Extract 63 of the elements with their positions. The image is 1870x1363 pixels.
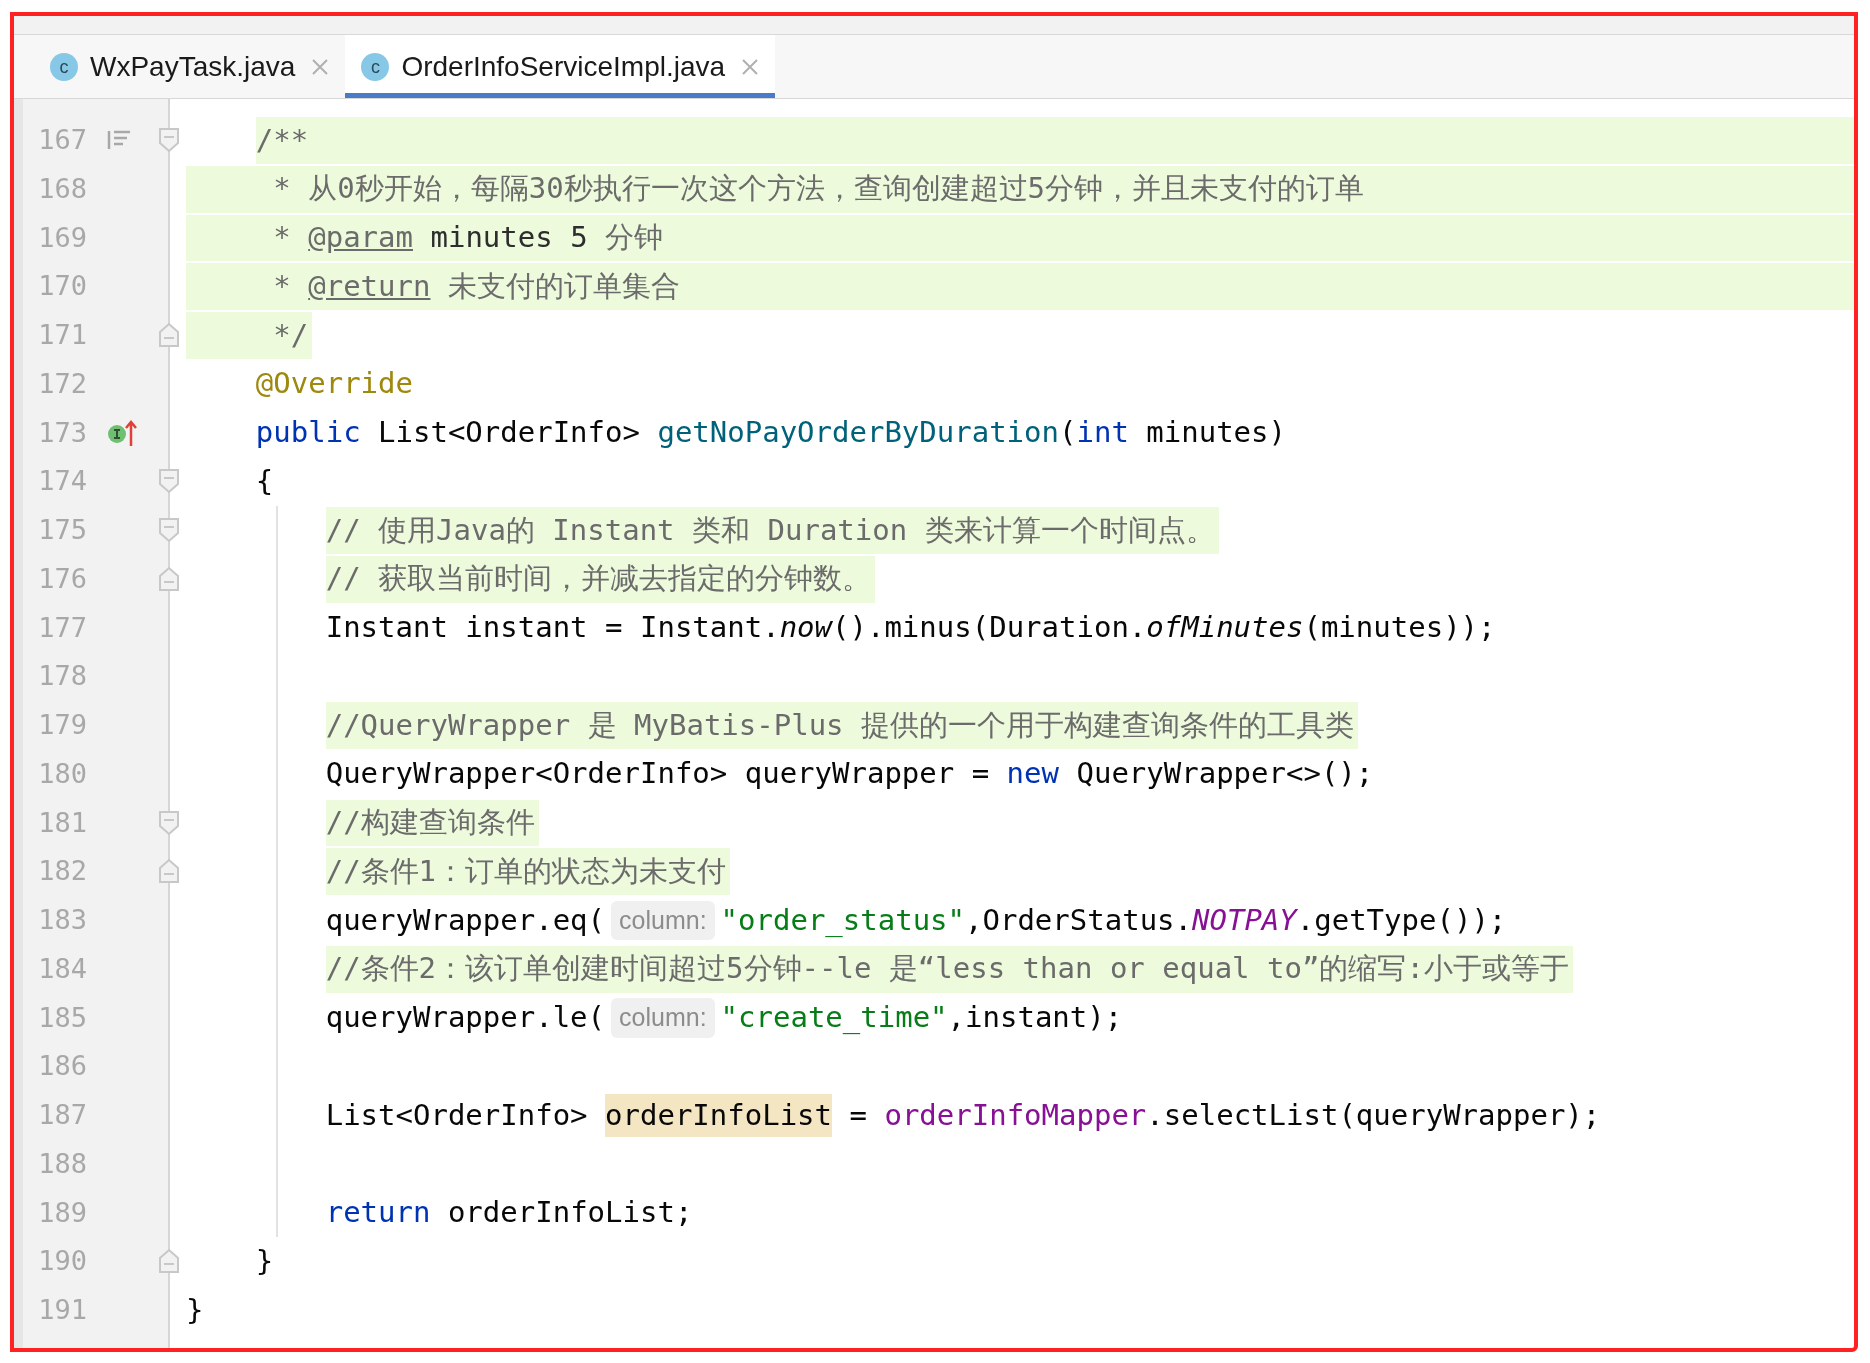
code-line: } — [186, 1291, 204, 1329]
line-number: 190 — [37, 1244, 87, 1279]
code-text: "create_time",instant); — [720, 999, 1123, 1037]
list-lines-icon[interactable] — [107, 130, 131, 151]
tab-label: WxPayTask.java — [90, 49, 296, 84]
fold-icon[interactable] — [158, 517, 180, 543]
code-line: * @return 未支付的订单集合 — [273, 267, 680, 305]
line-number: 184 — [37, 951, 87, 986]
code-line: return orderInfoList; — [325, 1194, 693, 1232]
code-line: @Override — [255, 365, 413, 403]
code-text: "order_status",OrderStatus.NOTPAY.getType()); — [720, 901, 1507, 939]
line-number: 189 — [37, 1195, 87, 1230]
code-line: * @param minutes 5 分钟 — [273, 219, 664, 257]
line-number: 182 — [37, 854, 87, 889]
fold-icon[interactable] — [158, 858, 180, 885]
code-line: { — [255, 462, 274, 500]
line-number: 186 — [37, 1049, 87, 1084]
code-line: } — [255, 1242, 274, 1280]
line-number: 170 — [37, 269, 87, 304]
line-number: 178 — [37, 659, 87, 694]
class-icon: c — [50, 52, 78, 81]
line-number: 183 — [37, 903, 87, 938]
line-number: 191 — [37, 1293, 87, 1328]
close-icon[interactable] — [311, 57, 330, 76]
circle-arrow-icon[interactable] — [107, 418, 137, 447]
line-number: 187 — [37, 1098, 87, 1133]
line-number: 167 — [37, 123, 87, 158]
fold-icon[interactable] — [158, 565, 180, 592]
line-number: 188 — [37, 1146, 87, 1181]
line-number: 180 — [37, 756, 87, 791]
fold-icon[interactable] — [158, 468, 180, 495]
file-tab[interactable]: c OrderInfoServiceImpl.java — [345, 35, 776, 98]
tab-label: OrderInfoServiceImpl.java — [401, 49, 726, 84]
fold-icon[interactable] — [158, 809, 180, 836]
line-number: 172 — [37, 366, 87, 401]
line-number: 175 — [37, 513, 87, 548]
fold-icon[interactable] — [158, 127, 180, 153]
code-text: queryWrapper.eq( — [325, 901, 606, 939]
line-number: 174 — [37, 464, 87, 499]
code-line: List<OrderInfo> orderInfoList = orderInfoMapper.selectList(queryWrapper); — [325, 1091, 1601, 1140]
parameter-hint: column: — [611, 900, 715, 941]
fold-icon[interactable] — [158, 1248, 180, 1275]
line-number: 173 — [37, 415, 87, 450]
code-line: Instant instant = Instant.now().minus(Duration.ofMinutes(minutes)); — [325, 609, 1496, 647]
line-number: 168 — [37, 171, 87, 206]
line-number: 177 — [37, 610, 87, 645]
code-line: /** — [255, 121, 309, 159]
line-number: 169 — [37, 220, 87, 255]
code-line: QueryWrapper<OrderInfo> queryWrapper = new QueryWrapper<>(); — [325, 755, 1374, 793]
line-number: 179 — [37, 708, 87, 743]
file-tab[interactable]: c WxPayTask.java — [34, 35, 346, 98]
class-icon: c — [361, 52, 390, 81]
code-line: public List<OrderInfo> getNoPayOrderByDuration(int minutes) — [255, 414, 1286, 452]
code-line: */ — [273, 316, 309, 354]
code-text: queryWrapper.le( — [325, 999, 606, 1037]
parameter-hint: column: — [611, 998, 715, 1038]
line-number: 171 — [37, 318, 87, 353]
line-number: 181 — [37, 805, 87, 840]
line-number: 185 — [37, 1000, 87, 1035]
close-icon[interactable] — [741, 57, 760, 76]
line-number: 176 — [37, 561, 87, 596]
fold-icon[interactable] — [158, 322, 180, 348]
code-line: * 从0秒开始，每隔30秒执行一次这个方法，查询创建超过5分钟，并且未支付的订单 — [273, 170, 1365, 208]
